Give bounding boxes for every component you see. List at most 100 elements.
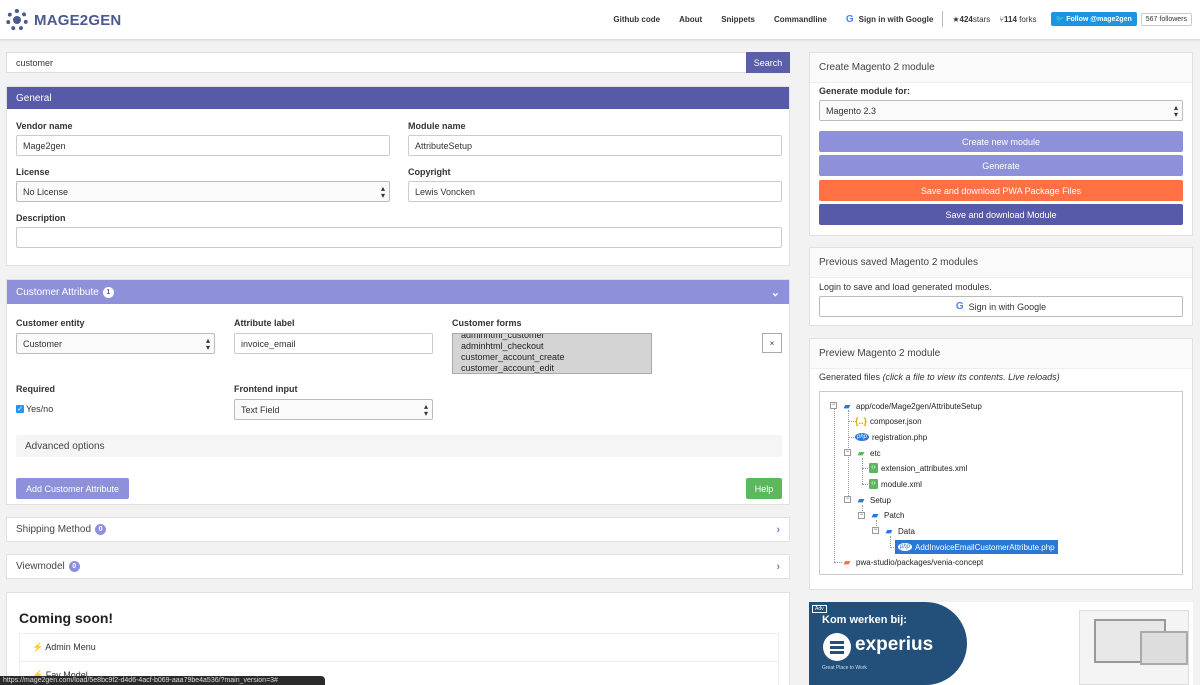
customer-entity-select[interactable]: Customer ▴ ▾	[16, 333, 215, 354]
form-option[interactable]: adminhtml_customer	[453, 334, 651, 341]
tree-collapse-toggle[interactable]: −	[830, 402, 837, 409]
clear-forms-button[interactable]: ×	[762, 333, 782, 353]
twitter-follow-button[interactable]: 🐦 Follow @mage2gen	[1050, 12, 1137, 26]
generated-files-hint: (click a file to view its contents. Live…	[882, 372, 1060, 382]
github-stars[interactable]: ★424stars	[952, 15, 990, 24]
select-arrows-icon: ▴ ▾	[1173, 103, 1178, 119]
advertisement-banner[interactable]: Adv Kom werken bij: experius Great Place…	[809, 602, 1193, 685]
tree-node-file[interactable]: ‹› extension_attributes.xml	[869, 462, 967, 474]
tree-node-file[interactable]: ‹› module.xml	[869, 478, 922, 490]
required-checkbox[interactable]: ✓	[16, 405, 24, 413]
tree-node-folder[interactable]: ▰ pwa-studio/packages/venia-concept	[841, 556, 984, 568]
copyright-input[interactable]: Lewis Voncken	[408, 181, 782, 202]
viewmodel-title: Viewmodel	[16, 561, 65, 572]
tree-node-folder[interactable]: ▰ app/code/Mage2gen/AttributeSetup	[841, 400, 982, 412]
tree-node-label: pwa-studio/packages/venia-concept	[856, 557, 984, 567]
twitter-followers-count[interactable]: 567 followers	[1140, 12, 1192, 26]
nav-link-snippets[interactable]: Snippets	[721, 15, 755, 24]
form-option[interactable]: adminhtml_checkout	[453, 341, 651, 352]
tree-node-label: AddInvoiceEmailCustomerAttribute.php	[915, 542, 1055, 552]
nav-link-about[interactable]: About	[679, 15, 702, 24]
shipping-method-count-badge: 0	[95, 524, 107, 535]
tree-node-label: Patch	[884, 510, 905, 520]
nav-link-github[interactable]: Github code	[613, 15, 660, 24]
description-label: Description	[16, 213, 66, 223]
form-option[interactable]: customer_account_edit	[453, 363, 651, 373]
tree-node-folder[interactable]: ▰ etc	[855, 447, 881, 459]
brand-logo[interactable]: MAGE2GEN	[6, 9, 121, 31]
twitter-bird-icon: 🐦	[1055, 16, 1065, 23]
generate-button[interactable]: Generate	[819, 155, 1183, 176]
tree-node-label: app/code/Mage2gen/AttributeSetup	[856, 401, 982, 411]
nav-google-signin[interactable]: G Sign in with Google	[846, 14, 933, 25]
login-hint: Login to save and load generated modules…	[819, 282, 992, 292]
form-option[interactable]: customer_account_create	[453, 352, 651, 363]
frontend-input-select[interactable]: Text Field ▴ ▾	[234, 399, 433, 420]
tree-node-label: etc	[870, 448, 881, 458]
tree-node-folder[interactable]: ▰ Setup	[855, 494, 891, 506]
tree-collapse-toggle[interactable]: −	[858, 512, 865, 519]
xml-file-icon: ‹›	[869, 463, 878, 473]
save-module-button[interactable]: Save and download Module	[819, 204, 1183, 225]
license-label: License	[16, 167, 50, 177]
tree-node-file-selected[interactable]: php AddInvoiceEmailCustomerAttribute.php	[895, 540, 1058, 554]
search-button[interactable]: Search	[746, 52, 790, 73]
ad-brand: experius	[855, 634, 934, 655]
general-panel-header: General	[7, 87, 789, 109]
viewmodel-header[interactable]: Viewmodel 0 ›	[7, 555, 789, 578]
nav-link-commandline[interactable]: Commandline	[774, 15, 827, 24]
tree-collapse-toggle[interactable]: −	[872, 527, 879, 534]
module-name-input[interactable]: AttributeSetup	[408, 135, 782, 156]
previous-modules-panel: Previous saved Magento 2 modules Login t…	[809, 247, 1193, 326]
shipping-method-header[interactable]: Shipping Method 0 ›	[7, 518, 789, 541]
tree-node-label: registration.php	[872, 432, 928, 442]
tree-node-label: extension_attributes.xml	[881, 463, 968, 473]
generate-for-label: Generate module for:	[819, 86, 911, 96]
required-label: Required	[16, 384, 56, 394]
magento-version-select[interactable]: Magento 2.3 ▴ ▾	[819, 100, 1183, 121]
folder-icon: ▰	[843, 556, 851, 567]
customer-forms-multiselect[interactable]: adminhtml_customer adminhtml_checkout cu…	[452, 333, 652, 374]
add-customer-attribute-button[interactable]: Add Customer Attribute	[16, 478, 129, 499]
vendor-name-input[interactable]: Mage2gen	[16, 135, 390, 156]
search-input[interactable]: customer	[6, 52, 746, 73]
php-file-icon: php	[855, 433, 869, 441]
top-navbar: MAGE2GEN Github code About Snippets Comm…	[0, 0, 1200, 40]
attribute-label-label: Attribute label	[234, 318, 295, 328]
save-pwa-button[interactable]: Save and download PWA Package Files	[819, 180, 1183, 201]
tree-node-folder[interactable]: ▰ Patch	[869, 509, 905, 521]
create-new-module-button[interactable]: Create new module	[819, 131, 1183, 152]
tree-node-file[interactable]: {..} composer.json	[855, 415, 922, 427]
shipping-method-panel[interactable]: Shipping Method 0 ›	[6, 517, 790, 542]
previous-modules-header: Previous saved Magento 2 modules	[810, 248, 1192, 278]
ad-computer-image	[1079, 610, 1189, 685]
tree-collapse-toggle[interactable]: −	[844, 496, 851, 503]
json-file-icon: {..}	[855, 416, 868, 426]
description-input[interactable]	[16, 227, 782, 248]
tree-connector	[834, 409, 835, 562]
help-button[interactable]: Help	[746, 478, 782, 499]
customer-entity-value: Customer	[23, 339, 63, 349]
tree-node-file[interactable]: php registration.php	[855, 431, 927, 443]
advanced-options-toggle[interactable]: Advanced options	[16, 435, 782, 457]
license-select[interactable]: No License ▴ ▾	[16, 181, 390, 202]
stars-count: 424	[959, 14, 973, 24]
attribute-label-input[interactable]: invoice_email	[234, 333, 433, 354]
tree-node-label: composer.json	[870, 416, 922, 426]
tree-connector	[862, 458, 863, 484]
tree-node-label: module.xml	[881, 479, 922, 489]
create-module-header: Create Magento 2 module	[810, 53, 1192, 83]
google-signin-button[interactable]: G Sign in with Google	[819, 296, 1183, 317]
magento-version-value: Magento 2.3	[826, 106, 877, 116]
frontend-input-value: Text Field	[241, 405, 280, 415]
frontend-input-label: Frontend input	[234, 384, 298, 394]
tree-collapse-toggle[interactable]: −	[844, 449, 851, 456]
folder-open-icon: ▰	[857, 494, 865, 505]
preview-module-panel: Preview Magento 2 module Generated files…	[809, 338, 1193, 590]
github-forks[interactable]: ⑂114 forks	[999, 15, 1036, 24]
chevron-down-icon: ⌄	[770, 286, 780, 299]
php-file-icon: php	[898, 543, 912, 551]
tree-node-folder[interactable]: ▰ Data	[883, 525, 915, 537]
customer-attribute-header[interactable]: Customer Attribute 1 ⌄	[7, 280, 789, 304]
viewmodel-panel[interactable]: Viewmodel 0 ›	[6, 554, 790, 579]
